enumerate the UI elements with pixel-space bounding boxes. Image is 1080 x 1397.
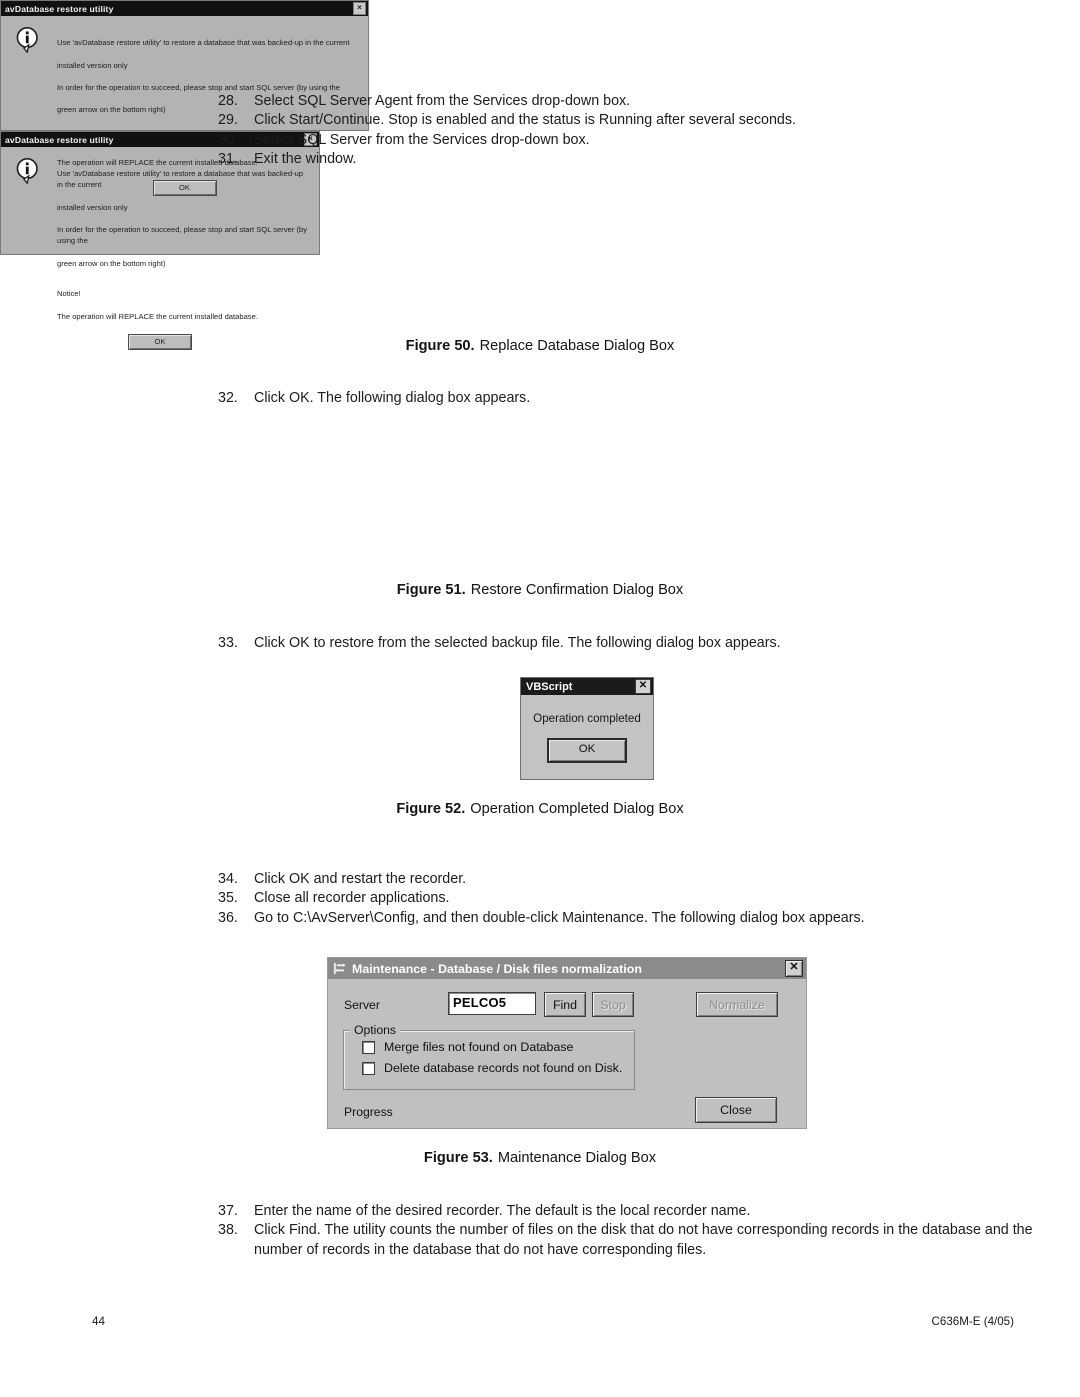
dialog-message-line-4: green arrow on the bottom right) xyxy=(57,105,166,115)
step-number: 37. xyxy=(218,1203,238,1219)
options-group-label: Options xyxy=(350,1023,401,1037)
dialog-title-bar: VBScript ✕ xyxy=(521,678,653,695)
dialog-message-line-3: In order for the operation to succeed, p… xyxy=(57,225,308,246)
step-list-33: 33. Click OK to restore from the selecte… xyxy=(218,634,1048,653)
dialog-title: VBScript xyxy=(526,680,573,693)
figure-52-label: Figure 52. xyxy=(396,801,466,817)
dialog-message-line-1: Use 'avDatabase restore utility' to rest… xyxy=(57,169,304,190)
step-text: Exit the window. xyxy=(254,150,357,167)
dialog-message-line-5: Notice! xyxy=(57,289,81,299)
dialog-message-line-6: The operation will REPLACE the current i… xyxy=(57,311,258,321)
step-text: Click OK and restart the recorder. xyxy=(254,871,467,887)
step-list-32: 32. Click OK. The following dialog box a… xyxy=(218,389,1048,408)
message-spacer xyxy=(57,116,358,124)
list-item: 38. Click Find. The utility counts the n… xyxy=(218,1221,1048,1260)
close-icon[interactable]: ✕ xyxy=(785,960,803,977)
progress-label: Progress xyxy=(344,1105,393,1119)
checkbox-merge-files-box[interactable] xyxy=(362,1040,375,1054)
server-input[interactable]: PELCO5 xyxy=(448,992,536,1015)
figure-52-vbscript-dialog: VBScript ✕ Operation completed OK xyxy=(520,677,654,780)
list-item: 34. Click OK and restart the recorder. xyxy=(218,870,1048,889)
figure-52-text: Operation Completed Dialog Box xyxy=(470,801,684,817)
information-icon xyxy=(16,27,38,53)
step-number: 33. xyxy=(218,635,238,651)
checkbox-delete-records-label: Delete database records not found on Dis… xyxy=(384,1061,623,1075)
figure-50-replace-database-dialog: avDatabase restore utility × Use 'avData… xyxy=(0,0,369,197)
dialog-title: avDatabase restore utility xyxy=(5,3,114,14)
figure-50-label: Figure 50. xyxy=(405,338,475,354)
figure-51-label: Figure 51. xyxy=(396,582,466,598)
ok-button[interactable]: OK xyxy=(547,738,627,763)
step-list-37-38: 37. Enter the name of the desired record… xyxy=(218,1202,1048,1260)
page-number: 44 xyxy=(92,1315,105,1328)
figure-53-text: Maintenance Dialog Box xyxy=(497,1150,657,1166)
dialog-message: Operation completed xyxy=(533,712,641,725)
document-code: C636M-E (4/05) xyxy=(931,1315,1014,1328)
dialog-title: avDatabase restore utility xyxy=(5,134,114,145)
close-icon[interactable]: × xyxy=(353,2,366,15)
dialog-button-row: OK xyxy=(521,738,653,763)
stop-button[interactable]: Stop xyxy=(592,992,634,1017)
dialog-message-line-2: installed version only xyxy=(57,60,128,70)
step-text: Click Find. The utility counts the numbe… xyxy=(254,1222,1033,1258)
dialog-message-line-3: In order for the operation to succeed, p… xyxy=(57,83,340,93)
figure-53-maintenance-dialog: Maintenance - Database / Disk files norm… xyxy=(327,957,807,1129)
list-item: 37. Enter the name of the desired record… xyxy=(218,1202,1048,1221)
step-text: Enter the name of the desired recorder. … xyxy=(254,1203,751,1219)
list-item: 36. Go to C:\AvServer\Config, and then d… xyxy=(218,909,1048,928)
dialog-message-line-4: green arrow on the bottom right) xyxy=(57,258,166,268)
find-button[interactable]: Find xyxy=(544,992,586,1017)
close-button[interactable]: Close xyxy=(695,1097,777,1123)
step-text: Select SQL Server from the Services drop… xyxy=(254,131,590,148)
list-item: 32. Click OK. The following dialog box a… xyxy=(218,389,1048,408)
step-number: 34. xyxy=(218,871,238,887)
step-text: Go to C:\AvServer\Config, and then doubl… xyxy=(254,909,865,926)
information-icon xyxy=(16,158,38,184)
step-text: Click Start/Continue. Stop is enabled an… xyxy=(254,112,796,129)
step-number: 38. xyxy=(218,1222,238,1239)
dialog-message-line-1: Use 'avDatabase restore utility' to rest… xyxy=(57,38,350,48)
options-group xyxy=(343,1030,635,1090)
maintenance-window-icon xyxy=(333,962,346,975)
dialog-title: Maintenance - Database / Disk files norm… xyxy=(352,961,642,976)
step-text: Close all recorder applications. xyxy=(254,890,450,907)
checkbox-delete-records[interactable]: Delete database records not found on Dis… xyxy=(362,1061,622,1075)
checkbox-merge-files-label: Merge files not found on Database xyxy=(384,1040,574,1054)
dialog-message: Use 'avDatabase restore utility' to rest… xyxy=(57,157,309,322)
step-text: Click OK to restore from the selected ba… xyxy=(254,635,781,651)
checkbox-delete-records-box[interactable] xyxy=(362,1061,375,1075)
figure-52-caption: Figure 52. Operation Completed Dialog Box xyxy=(0,801,1080,817)
figure-51-text: Restore Confirmation Dialog Box xyxy=(470,582,684,598)
figure-51-restore-confirmation-dialog: avDatabase restore utility × Use 'avData… xyxy=(0,131,320,350)
server-label: Server xyxy=(344,998,380,1012)
step-list-34-36: 34. Click OK and restart the recorder. 3… xyxy=(218,870,1048,928)
dialog-title-bar[interactable]: Maintenance - Database / Disk files norm… xyxy=(328,958,806,979)
ok-button[interactable]: OK xyxy=(128,333,192,350)
normalize-button[interactable]: Normalize xyxy=(696,992,778,1017)
close-icon[interactable]: ✕ xyxy=(635,679,651,694)
step-text: Select SQL Server Agent from the Service… xyxy=(254,93,631,109)
figure-50-text: Replace Database Dialog Box xyxy=(479,338,675,354)
message-spacer xyxy=(57,269,309,277)
step-number: 35. xyxy=(218,890,238,907)
list-item: 33. Click OK to restore from the selecte… xyxy=(218,634,1048,653)
list-item: 35. Close all recorder applications. xyxy=(218,889,1048,908)
figure-51-caption: Figure 51. Restore Confirmation Dialog Bo… xyxy=(0,582,1080,598)
dialog-button-row: OK xyxy=(11,331,309,350)
dialog-body: Use 'avDatabase restore utility' to rest… xyxy=(1,147,319,360)
document-page: 28. Select SQL Server Agent from the Ser… xyxy=(0,0,1080,1397)
dialog-message-line-2: installed version only xyxy=(57,202,128,212)
step-number: 36. xyxy=(218,909,238,926)
figure-53-label: Figure 53. xyxy=(423,1150,493,1166)
checkbox-merge-files[interactable]: Merge files not found on Database xyxy=(362,1040,573,1054)
figure-53-caption: Figure 53. Maintenance Dialog Box xyxy=(0,1150,1080,1166)
step-number: 32. xyxy=(218,390,238,406)
dialog-body: Server PELCO5 Find Stop Normalize Option… xyxy=(328,979,806,1128)
step-text: Click OK. The following dialog box appea… xyxy=(254,390,531,406)
dialog-title-bar: avDatabase restore utility × xyxy=(1,1,368,16)
